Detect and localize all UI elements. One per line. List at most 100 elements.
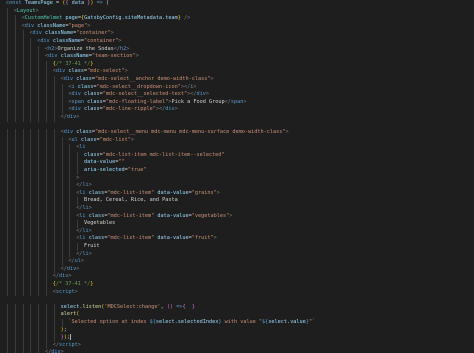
code-token: ></ — [155, 106, 166, 113]
indent-guide — [38, 60, 40, 69]
indent-guide — [7, 60, 8, 69]
indent-guide — [38, 45, 40, 54]
code-token: class — [88, 235, 105, 242]
indent-guide — [22, 205, 24, 213]
code-token: class — [84, 91, 100, 98]
indent-guide — [22, 265, 24, 274]
indent-guide — [7, 53, 8, 61]
indent-guide — [7, 250, 8, 259]
indent-guide — [53, 174, 55, 183]
indent-guide — [14, 129, 16, 137]
indent-guide — [7, 220, 8, 228]
indent-guide — [7, 22, 8, 31]
indent-guide — [46, 288, 47, 297]
code-token: "mdc-select__dropdown-icon" — [96, 83, 181, 90]
indent-guide — [53, 167, 55, 175]
code-line-content: <li class="mdc-list-item" data-value="gr… — [76, 190, 220, 198]
code-token: > — [205, 91, 209, 98]
code-token: data-value — [157, 189, 189, 196]
indent-guide — [46, 144, 47, 152]
indent-guide — [38, 349, 40, 353]
code-token: ( — [76, 311, 80, 318]
code-token: div — [66, 113, 77, 120]
code-token: script — [55, 288, 75, 295]
code-line-content: </li> — [76, 205, 92, 213]
indent-guide — [38, 318, 40, 327]
indent-guide — [30, 182, 32, 190]
indent-guide — [7, 129, 8, 137]
indent-guide — [14, 205, 16, 213]
code-token: } — [191, 303, 195, 310]
indent-guide — [30, 113, 32, 122]
code-token: > — [88, 250, 92, 257]
indent-guide — [77, 159, 79, 168]
code-token: CustomHelmet — [24, 15, 63, 22]
indent-guide — [38, 129, 40, 137]
indent-guide — [77, 151, 79, 160]
indent-guide — [22, 349, 24, 353]
indent-guide — [46, 220, 47, 228]
indent-guide — [30, 258, 32, 266]
code-line-content: <li — [76, 144, 85, 152]
code-token: "page" — [68, 22, 88, 29]
indent-guide — [53, 205, 55, 213]
indent-guide — [7, 303, 8, 312]
code-token: "mdc-list-item" — [107, 212, 155, 219]
indent-guide — [14, 273, 16, 281]
indent-guide — [46, 136, 47, 145]
indent-guide — [22, 68, 24, 76]
code-token: Pick a Food Group — [171, 98, 225, 105]
indent-guide — [7, 197, 8, 206]
indent-guide — [7, 15, 8, 23]
indent-guide — [22, 311, 24, 319]
indent-guide — [7, 7, 8, 16]
indent-guide — [7, 45, 8, 54]
indent-guide — [7, 151, 8, 160]
code-line-content: data-value="" — [84, 159, 125, 167]
indent-guide — [7, 212, 8, 221]
code-token: select — [60, 303, 80, 310]
indent-guide — [46, 212, 47, 221]
indent-guide — [38, 265, 40, 274]
code-token: li — [79, 144, 86, 151]
indent-guide — [38, 227, 40, 236]
indent-guide — [53, 151, 55, 160]
indent-guide — [7, 349, 8, 353]
indent-guide — [22, 60, 24, 69]
code-token: div — [196, 91, 206, 98]
indent-guide — [69, 220, 71, 228]
indent-guide — [77, 167, 79, 175]
indent-guide — [7, 243, 8, 251]
code-token: > — [80, 258, 85, 265]
indent-guide — [30, 197, 32, 206]
indent-guide — [30, 129, 32, 137]
code-line-content: select.listen('MDCSelect:change', () =>{… — [61, 304, 195, 312]
indent-guide — [30, 189, 32, 198]
indent-guide — [14, 136, 16, 145]
indent-guide — [38, 258, 40, 266]
indent-guide — [38, 68, 40, 76]
indent-guide — [46, 235, 47, 243]
code-token: } — [90, 280, 94, 287]
code-token: Layout — [16, 7, 36, 14]
code-token: > — [68, 273, 72, 280]
code-line-content: <div className="container"> — [37, 38, 121, 46]
indent-guide — [30, 68, 32, 76]
indent-guide — [53, 113, 55, 122]
indent-guide — [53, 311, 55, 319]
code-line-content: Vegetables — [84, 220, 115, 228]
code-token: > — [285, 129, 289, 136]
indent-guide — [69, 167, 71, 175]
code-editor[interactable]: const TeamsPage = ({ data }) => (<Layout… — [0, 0, 474, 353]
indent-guide — [14, 243, 16, 251]
code-token: "fruit" — [191, 235, 214, 242]
code-token: "mdc-select__selected-text" — [102, 91, 188, 98]
indent-guide — [61, 136, 63, 145]
indent-guide — [53, 144, 55, 152]
code-line-content: {/* 37-41 */} — [53, 281, 94, 289]
indent-guide — [69, 212, 71, 221]
indent-guide — [46, 106, 47, 114]
code-token: > — [126, 45, 130, 52]
indent-guide — [61, 235, 63, 243]
code-token: > — [135, 53, 139, 60]
